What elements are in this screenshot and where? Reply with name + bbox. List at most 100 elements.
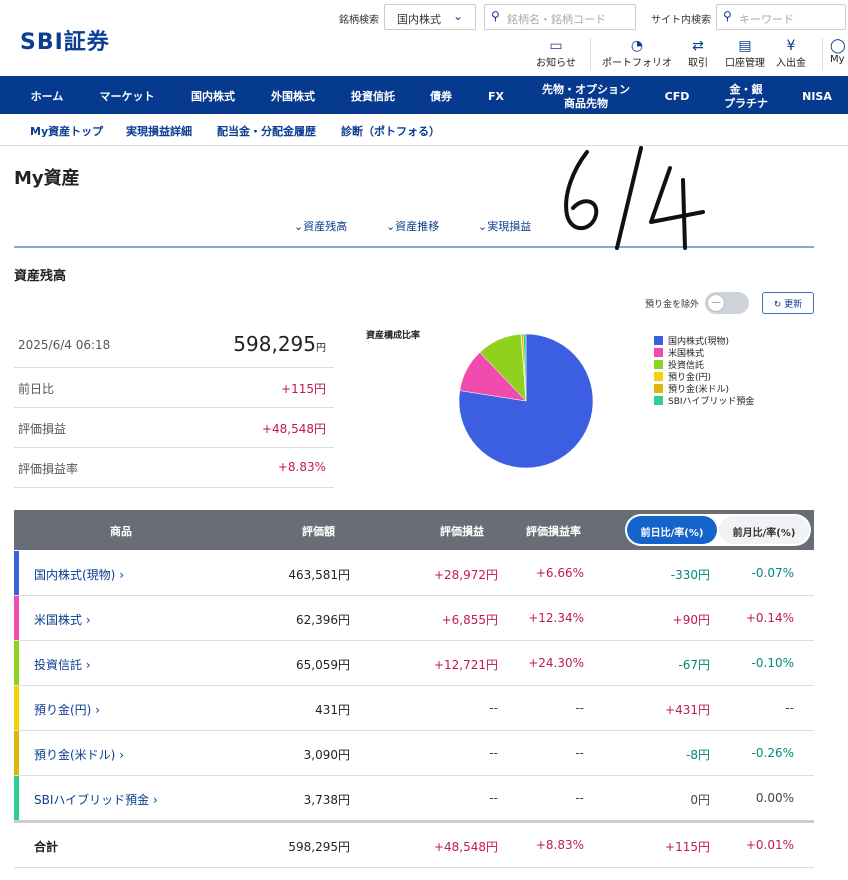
legend-item: 国内株式(現物): [654, 334, 754, 347]
nav-futures-options[interactable]: 先物・オプション 商品先物: [532, 78, 640, 116]
anchor-asset-balance[interactable]: ⌄資産残高: [294, 218, 347, 234]
stock-search-input[interactable]: ⚲ 銘柄名・銘柄コード: [484, 4, 636, 30]
anchor-realized-pl[interactable]: ⌄実現損益: [478, 218, 531, 234]
summary-value: +48,548円: [261, 422, 326, 436]
col-header-product: 商品: [110, 525, 132, 538]
nav-home[interactable]: ホーム: [14, 78, 80, 116]
legend-swatch: [654, 347, 663, 357]
total-asset-unit: 円: [316, 343, 326, 354]
product-link[interactable]: 投資信託 ›: [34, 656, 91, 673]
cell-day-change-rate: -0.26%: [751, 746, 794, 760]
nav-nisa[interactable]: NISA: [792, 78, 842, 116]
cell-pl: +28,972円: [433, 568, 498, 582]
nav-foreign-stock[interactable]: 外国株式: [258, 78, 328, 116]
nav-cfd[interactable]: CFD: [654, 78, 700, 116]
chevron-right-icon: ›: [95, 703, 101, 717]
product-link[interactable]: 預り金(円) ›: [34, 701, 100, 718]
summary-row-unrealized-pl-rate: 評価損益率 +8.83%: [14, 448, 334, 488]
subnav-realized-pl[interactable]: 実現損益詳細: [126, 123, 192, 139]
portfolio-button[interactable]: ◔ ポートフォリオ: [600, 38, 674, 72]
account-button[interactable]: ▤ 口座管理: [722, 38, 768, 72]
site-search-input[interactable]: ⚲ キーワード: [716, 4, 846, 30]
user-icon: ◯: [830, 38, 846, 54]
tab-month-change[interactable]: 前月比/率(%): [719, 516, 809, 544]
change-period-tabs: 前日比/率(%) 前月比/率(%): [625, 514, 811, 546]
sub-nav: My資産トップ 実現損益詳細 配当金・分配金履歴 診断（ポトフォる）: [0, 114, 848, 146]
tab-day-change[interactable]: 前日比/率(%): [627, 516, 717, 544]
account-icon: ▤: [738, 38, 752, 54]
cell-day-change-rate: -0.10%: [751, 656, 794, 670]
cell-pl-rate: +8.83%: [535, 838, 584, 852]
stock-search-placeholder: 銘柄名・銘柄コード: [507, 13, 606, 26]
my-button[interactable]: ◯ My: [830, 38, 848, 72]
table-row: SBIハイブリッド預金 › 3,738円 -- -- 0円 0.00%: [14, 776, 814, 821]
col-header-pl-rate: 評価損益率: [526, 525, 581, 538]
cell-pl: +6,855円: [441, 613, 498, 627]
nav-mutual-fund[interactable]: 投資信託: [338, 78, 408, 116]
cell-day-change: -67円: [678, 658, 710, 672]
nav-domestic-stock[interactable]: 国内株式: [178, 78, 248, 116]
legend-swatch: [654, 359, 663, 369]
subnav-dividend-history[interactable]: 配当金・分配金履歴: [217, 123, 316, 139]
pie-chart-title: 資産構成比率: [366, 331, 421, 341]
row-color-bar: [14, 686, 19, 730]
product-link[interactable]: SBIハイブリッド預金 ›: [34, 791, 158, 808]
chevron-down-icon: ⌄: [452, 9, 463, 23]
nav-market[interactable]: マーケット: [90, 78, 164, 116]
search-icon: ⚲: [723, 9, 732, 23]
anchor-asset-balance-label: 資産残高: [303, 220, 348, 233]
cell-day-change: +90円: [672, 613, 710, 627]
cell-pl-rate: --: [575, 701, 584, 715]
product-name: 国内株式(現物): [34, 568, 116, 582]
cell-day-change-rate: -0.07%: [751, 566, 794, 580]
legend-swatch: [654, 383, 663, 393]
exclude-deposit-toggle[interactable]: —: [705, 292, 749, 314]
table-row: 米国株式 › 62,396円 +6,855円 +12.34% +90円 +0.1…: [14, 596, 814, 641]
holdings-table-header: 商品 評価額 評価損益 評価損益率 前日比/率(%) 前月比/率(%): [14, 510, 814, 550]
product-link[interactable]: 国内株式(現物) ›: [34, 566, 124, 583]
divider: [590, 38, 591, 70]
product-link[interactable]: 預り金(米ドル) ›: [34, 746, 124, 763]
cell-value: 598,295円: [288, 840, 350, 854]
row-color-bar: [14, 776, 19, 820]
subnav-diagnosis[interactable]: 診断（ポトフォる）: [341, 123, 440, 139]
product-name: 預り金(米ドル): [34, 748, 116, 762]
subnav-my-asset-top[interactable]: My資産トップ: [30, 123, 103, 139]
table-row-total: 合計 598,295円 +48,548円 +8.83% +115円 +0.01%: [14, 823, 814, 868]
anchor-asset-trend-label: 資産推移: [395, 220, 440, 233]
chevron-right-icon: ›: [85, 613, 91, 627]
deposit-withdraw-button[interactable]: ¥ 入出金: [772, 38, 810, 72]
global-nav: ホーム マーケット 国内株式 外国株式 投資信託 債券 FX 先物・オプション …: [0, 76, 848, 114]
message-icon: ▭: [549, 38, 563, 54]
cell-value: 463,581円: [288, 568, 350, 582]
pie-legend: 国内株式(現物) 米国株式 投資信託 預り金(円) 預り金(米ドル) SBIハイ…: [654, 334, 755, 407]
cell-value: 65,059円: [296, 658, 350, 672]
sbi-logo[interactable]: SBI証券: [20, 24, 110, 56]
anchor-asset-trend[interactable]: ⌄資産推移: [386, 218, 439, 234]
legend-swatch: [654, 335, 663, 345]
row-color-bar: [14, 731, 19, 775]
legend-item: 預り金(円): [654, 370, 754, 383]
chevron-right-icon: ›: [119, 748, 125, 762]
nav-fx[interactable]: FX: [476, 78, 516, 116]
total-asset-value: 598,295円: [233, 332, 326, 356]
cell-value: 3,738円: [303, 793, 350, 807]
cell-pl-rate: +12.34%: [528, 611, 584, 625]
stock-search-label: 銘柄検索: [339, 15, 379, 26]
trade-label: 取引: [688, 58, 708, 69]
notice-button[interactable]: ▭ お知らせ: [530, 38, 582, 72]
product-link[interactable]: 米国株式 ›: [34, 611, 91, 628]
summary-label: 評価損益率: [18, 462, 79, 476]
my-label: My: [830, 54, 845, 65]
table-row: 預り金(米ドル) › 3,090円 -- -- -8円 -0.26%: [14, 731, 814, 776]
chevron-right-icon: ›: [152, 793, 158, 807]
legend-label: SBIハイブリッド預金: [668, 396, 755, 407]
nav-precious-metals[interactable]: 金・銀 プラチナ: [716, 78, 776, 116]
deposit-withdraw-label: 入出金: [776, 58, 806, 69]
nav-bond[interactable]: 債券: [418, 78, 464, 116]
table-row: 国内株式(現物) › 463,581円 +28,972円 +6.66% -330…: [14, 551, 814, 596]
refresh-button[interactable]: ↻ 更新: [762, 292, 814, 314]
trade-button[interactable]: ⇄ 取引: [680, 38, 716, 72]
market-select[interactable]: 国内株式 ⌄: [384, 4, 476, 30]
product-name: 預り金(円): [34, 703, 92, 717]
